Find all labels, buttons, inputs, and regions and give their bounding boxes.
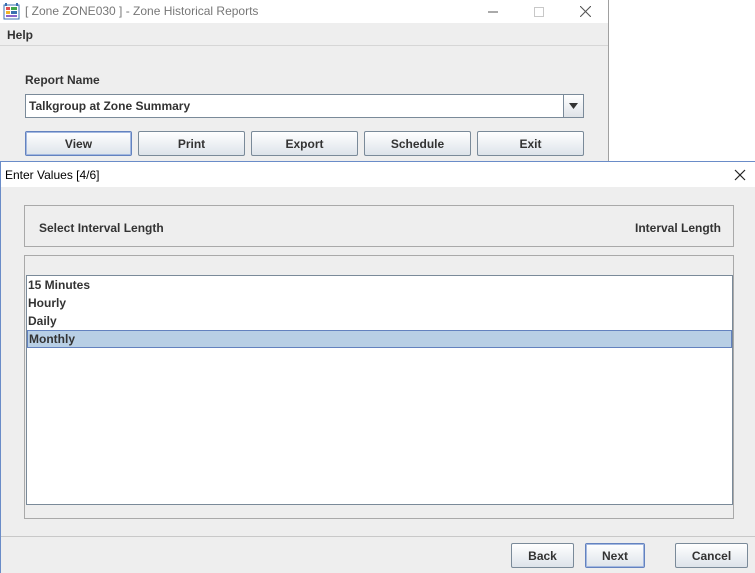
menu-bar: Help [0,23,608,46]
footer-divider [1,536,755,537]
dropdown-arrow-button[interactable] [563,95,583,117]
parameter-name: Interval Length [634,221,721,235]
cancel-button[interactable]: Cancel [675,543,748,568]
dialog-title: Enter Values [4/6] [5,168,100,182]
chevron-down-icon [569,103,578,109]
enter-values-dialog: Enter Values [4/6] Select Interval Lengt… [0,161,755,573]
close-icon [579,6,591,17]
close-icon [734,169,746,181]
export-button[interactable]: Export [251,131,358,156]
schedule-button[interactable]: Schedule [364,131,471,156]
options-panel: 15 Minutes Hourly Daily Monthly [24,255,734,519]
parameter-prompt: Select Interval Length [39,221,164,235]
view-button[interactable]: View [25,131,132,156]
maximize-icon [534,6,544,17]
main-window: [ Zone ZONE030 ] - Zone Historical Repor… [0,0,609,162]
window-close-button[interactable] [562,0,608,23]
report-app-icon [3,3,20,20]
minimize-icon [488,11,498,12]
report-name-dropdown[interactable]: Talkgroup at Zone Summary [25,94,584,118]
minimize-button[interactable] [470,0,516,23]
menu-help[interactable]: Help [7,28,33,42]
list-item-daily[interactable]: Daily [27,312,732,330]
report-name-value: Talkgroup at Zone Summary [29,99,191,113]
main-window-titlebar[interactable]: [ Zone ZONE030 ] - Zone Historical Repor… [0,0,608,23]
list-item-hourly[interactable]: Hourly [27,294,732,312]
dialog-close-button[interactable] [732,167,748,183]
maximize-button[interactable] [516,0,562,23]
list-item-15-minutes[interactable]: 15 Minutes [27,276,732,294]
next-button[interactable]: Next [585,543,645,568]
back-button[interactable]: Back [511,543,574,568]
parameter-header-panel: Select Interval Length Interval Length [24,205,734,247]
main-window-title: [ Zone ZONE030 ] - Zone Historical Repor… [25,4,259,18]
print-button[interactable]: Print [138,131,245,156]
interval-options-list[interactable]: 15 Minutes Hourly Daily Monthly [26,275,733,505]
report-name-label: Report Name [25,73,100,87]
dialog-titlebar[interactable]: Enter Values [4/6] [1,162,755,187]
list-item-monthly[interactable]: Monthly [27,330,732,348]
exit-button[interactable]: Exit [477,131,584,156]
